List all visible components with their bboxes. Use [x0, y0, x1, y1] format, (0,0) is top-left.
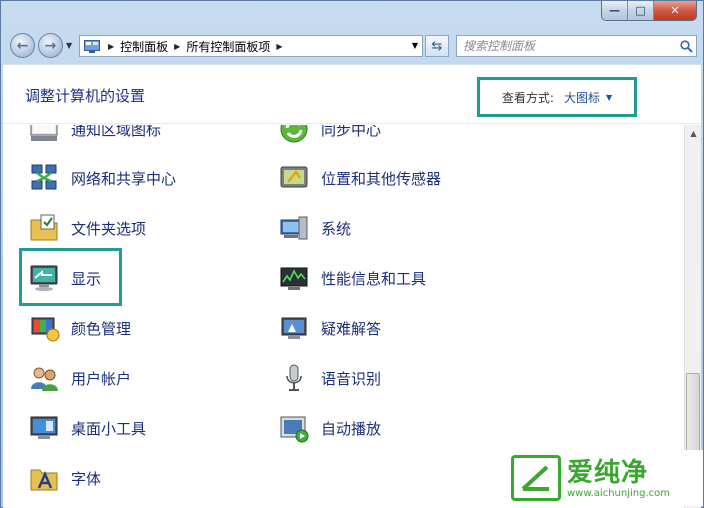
search-input[interactable] [457, 37, 676, 55]
list-item-folder-options[interactable]: 文件夹选项 [27, 208, 146, 248]
brand-logo-icon [511, 455, 561, 501]
title-bar[interactable]: — □ ✕ [1, 1, 703, 29]
search-icon[interactable] [676, 39, 696, 53]
list-item-desktop-gadgets[interactable]: 桌面小工具 [27, 408, 146, 448]
brand-text: 爱纯净 www.aichunjing.com [567, 458, 670, 499]
breadcrumb-all-items[interactable]: 所有控制面板项 [186, 38, 270, 55]
page-title: 调整计算机的设置 [25, 87, 146, 105]
system-icon [277, 211, 311, 245]
speech-recognition-icon [277, 361, 311, 395]
item-label: 桌面小工具 [71, 419, 147, 438]
autoplay-icon [277, 411, 311, 445]
list-item-speech-recognition[interactable]: 语音识别 [277, 358, 381, 398]
forward-button[interactable]: → [38, 33, 63, 58]
view-by-selector: 查看方式: 大图标 ▼ [477, 77, 637, 117]
list-item-autoplay[interactable]: 自动播放 [277, 408, 381, 448]
fonts-icon [27, 461, 61, 495]
minimize-button[interactable]: — [602, 1, 628, 20]
item-label: 疑难解答 [321, 319, 382, 338]
breadcrumb-control-panel[interactable]: 控制面板 [120, 38, 168, 55]
item-label: 系统 [321, 219, 352, 238]
brand-url: www.aichunjing.com [567, 487, 670, 499]
back-button[interactable]: ← [10, 33, 35, 58]
refresh-icon: ⇆ [431, 38, 443, 54]
control-panel-window: — □ ✕ ← → ▼ ▶ 控制面板 ▶ 所有控制面板项 ▶ ▼ ⇆ 搜索控制面… [0, 0, 704, 508]
breadcrumb-separator-icon: ▶ [108, 41, 115, 51]
view-by-label: 查看方式: [501, 90, 554, 105]
item-label: 颜色管理 [71, 319, 132, 338]
item-label: 语音识别 [321, 369, 382, 388]
view-by-dropdown[interactable]: 大图标 [564, 89, 600, 106]
breadcrumb-separator-icon: ▶ [276, 41, 283, 51]
display-highlight-box [19, 248, 122, 306]
maximize-button[interactable]: □ [628, 1, 654, 20]
list-item-troubleshooting[interactable]: 疑难解答 [277, 308, 381, 348]
color-management-icon [27, 311, 61, 345]
list-item-performance[interactable]: 性能信息和工具 [277, 258, 426, 298]
scroll-up-icon[interactable]: ▲ [685, 125, 702, 142]
user-accounts-icon [27, 361, 61, 395]
list-item-system[interactable]: 系统 [277, 208, 351, 248]
folder-options-icon [27, 211, 61, 245]
back-arrow-icon: ← [16, 37, 29, 54]
list-item-network-sharing[interactable]: 网络和共享中心 [27, 158, 176, 198]
breadcrumb-separator-icon: ▶ [174, 41, 181, 51]
item-label: 字体 [71, 469, 102, 488]
maximize-icon: □ [635, 4, 646, 17]
item-label: 位置和其他传感器 [321, 169, 442, 188]
search-box [456, 35, 697, 57]
control-panel-icon [84, 39, 102, 53]
notification-area-icon [27, 125, 61, 146]
list-item-notification-area[interactable]: 通知区域图标 [27, 125, 161, 149]
list-item-user-accounts[interactable]: 用户帐户 [27, 358, 131, 398]
brand-name: 爱纯净 [567, 457, 649, 488]
item-label: 自动播放 [321, 419, 382, 438]
refresh-button[interactable]: ⇆ [425, 35, 449, 57]
address-bar[interactable]: ▶ 控制面板 ▶ 所有控制面板项 ▶ ▼ [79, 35, 423, 57]
desktop-gadgets-icon [27, 411, 61, 445]
minimize-icon: — [609, 4, 620, 17]
close-button[interactable]: ✕ [654, 1, 696, 20]
list-item-sync-center[interactable]: 同步中心 [277, 125, 381, 149]
location-sensors-icon [277, 161, 311, 195]
recent-pages-dropdown[interactable]: ▼ [66, 41, 72, 50]
close-icon: ✕ [670, 4, 680, 17]
forward-arrow-icon: → [44, 37, 57, 54]
item-label: 性能信息和工具 [321, 269, 427, 288]
chevron-down-icon[interactable]: ▼ [606, 93, 612, 102]
troubleshooting-icon [277, 311, 311, 345]
item-label: 用户帐户 [71, 369, 132, 388]
content-header: 调整计算机的设置 查看方式: 大图标 ▼ [3, 65, 701, 124]
list-item-fonts[interactable]: 字体 [27, 458, 101, 498]
list-item-color-management[interactable]: 颜色管理 [27, 308, 131, 348]
network-sharing-icon [27, 161, 61, 195]
content-pane: 调整计算机的设置 查看方式: 大图标 ▼ 通知区域图标 同步中心 网络和共享中心… [3, 64, 701, 508]
list-item-location-sensors[interactable]: 位置和其他传感器 [277, 158, 441, 198]
item-label: 网络和共享中心 [71, 169, 177, 188]
item-label: 文件夹选项 [71, 219, 147, 238]
performance-icon [277, 261, 311, 295]
item-label: 同步中心 [321, 125, 382, 139]
navigation-bar: ← → ▼ ▶ 控制面板 ▶ 所有控制面板项 ▶ ▼ ⇆ [1, 29, 703, 61]
address-dropdown-icon[interactable]: ▼ [412, 41, 418, 50]
window-controls: — □ ✕ [601, 1, 697, 21]
item-label: 通知区域图标 [71, 125, 162, 139]
sync-center-icon [277, 125, 311, 146]
watermark: 爱纯净 www.aichunjing.com [505, 450, 703, 506]
